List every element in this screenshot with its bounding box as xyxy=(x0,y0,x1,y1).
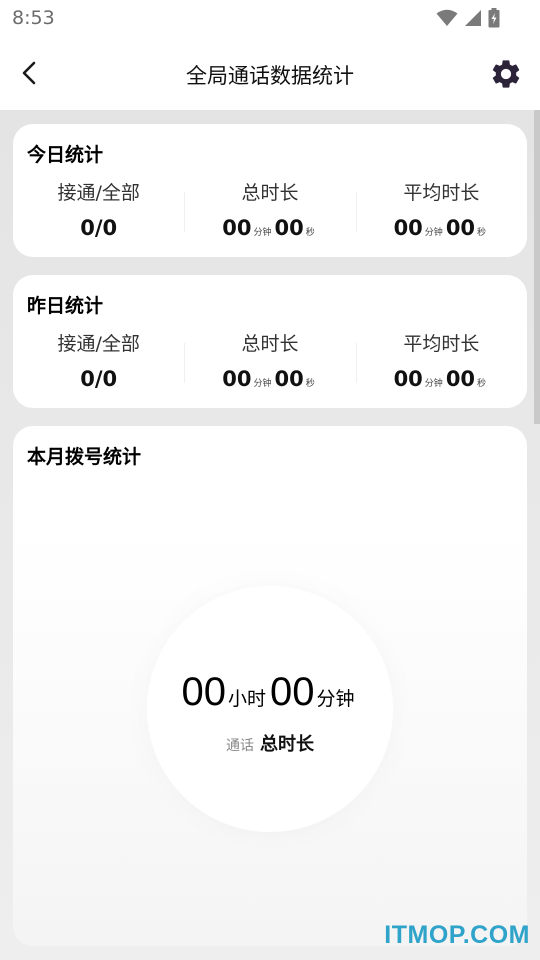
hours-unit: 小时 xyxy=(227,688,266,710)
app-screen: 8:53 全局通话数据统计 今日统计 接通/全部 0/0 总时长 00 分钟 0… xyxy=(0,0,540,960)
yesterday-total-duration-stat: 总时长 00 分钟 00 秒 xyxy=(184,331,355,393)
stat-value: 0/0 xyxy=(80,216,118,240)
yesterday-stats-card: 昨日统计 接通/全部 0/0 总时长 00 分钟 00 秒 平均时长 00 分钟 00 秒 xyxy=(13,275,527,408)
scrollbar[interactable] xyxy=(534,110,540,424)
caption-prefix: 通话 xyxy=(226,738,254,754)
stat-value: 00 分钟 00 秒 xyxy=(356,214,527,242)
yesterday-stats-row: 接通/全部 0/0 总时长 00 分钟 00 秒 平均时长 00 分钟 00 秒 xyxy=(13,331,527,393)
seconds-unit: 秒 xyxy=(477,379,487,389)
today-total-duration-stat: 总时长 00 分钟 00 秒 xyxy=(184,180,355,242)
status-bar: 8:53 xyxy=(0,0,540,36)
stat-label: 平均时长 xyxy=(403,182,480,204)
seconds-value: 00 xyxy=(274,367,304,391)
seconds-unit: 秒 xyxy=(305,228,315,238)
minutes-unit: 分钟 xyxy=(253,379,272,389)
stat-label: 接通/全部 xyxy=(57,182,140,204)
today-connected-stat: 接通/全部 0/0 xyxy=(13,180,184,242)
yesterday-average-duration-stat: 平均时长 00 分钟 00 秒 xyxy=(355,331,527,393)
seconds-value: 00 xyxy=(274,216,304,240)
minutes-value: 00 xyxy=(393,216,423,240)
battery-icon xyxy=(488,8,500,28)
today-stats-card: 今日统计 接通/全部 0/0 总时长 00 分钟 00 秒 平均时长 00 分钟 00 秒 xyxy=(13,124,527,257)
today-card-title: 今日统计 xyxy=(27,144,104,166)
minutes-value: 00 xyxy=(270,670,315,714)
minutes-value: 00 xyxy=(222,216,252,240)
month-total-duration: 00 小时 00 分钟 xyxy=(13,670,527,715)
yesterday-connected-stat: 接通/全部 0/0 xyxy=(13,331,184,393)
page-title: 全局通话数据统计 xyxy=(186,64,354,88)
stat-value: 00 分钟 00 秒 xyxy=(356,365,527,393)
stat-value: 0/0 xyxy=(80,367,118,391)
seconds-value: 00 xyxy=(445,367,476,391)
status-icons xyxy=(436,8,500,28)
minutes-unit: 分钟 xyxy=(253,228,272,238)
cell-signal-icon xyxy=(465,10,481,26)
caption-label: 总时长 xyxy=(260,734,314,755)
yesterday-card-title: 昨日统计 xyxy=(27,295,104,317)
status-time: 8:53 xyxy=(12,7,55,29)
seconds-unit: 秒 xyxy=(477,228,487,238)
gear-icon xyxy=(492,60,520,88)
settings-button[interactable] xyxy=(486,54,526,94)
month-dial-stats-card: 本月拨号统计 00 小时 00 分钟 通话 总时长 xyxy=(13,426,527,946)
watermark-logo: ITMOP.COM xyxy=(384,921,530,949)
stat-label: 总时长 xyxy=(241,182,299,204)
seconds-value: 00 xyxy=(445,216,476,240)
today-stats-row: 接通/全部 0/0 总时长 00 分钟 00 秒 平均时长 00 分钟 00 秒 xyxy=(13,180,527,242)
minutes-unit: 分钟 xyxy=(424,228,443,238)
stat-label: 平均时长 xyxy=(403,333,480,355)
stat-value: 00 分钟 00 秒 xyxy=(184,214,355,242)
today-average-duration-stat: 平均时长 00 分钟 00 秒 xyxy=(355,180,527,242)
minutes-value: 00 xyxy=(222,367,252,391)
stat-label: 总时长 xyxy=(241,333,299,355)
minutes-unit: 分钟 xyxy=(316,688,355,710)
duration-caption: 通话 总时长 xyxy=(13,730,527,756)
stat-value: 00 分钟 00 秒 xyxy=(184,365,355,393)
wifi-icon xyxy=(436,9,458,26)
month-card-title: 本月拨号统计 xyxy=(27,446,142,468)
minutes-unit: 分钟 xyxy=(424,379,443,389)
minutes-value: 00 xyxy=(393,367,423,391)
stat-label: 接通/全部 xyxy=(57,333,140,355)
content-area[interactable]: 今日统计 接通/全部 0/0 总时长 00 分钟 00 秒 平均时长 00 分钟 00 秒 xyxy=(0,110,540,960)
app-header: 全局通话数据统计 xyxy=(0,36,540,110)
hours-value: 00 xyxy=(181,670,226,714)
seconds-unit: 秒 xyxy=(305,379,315,389)
